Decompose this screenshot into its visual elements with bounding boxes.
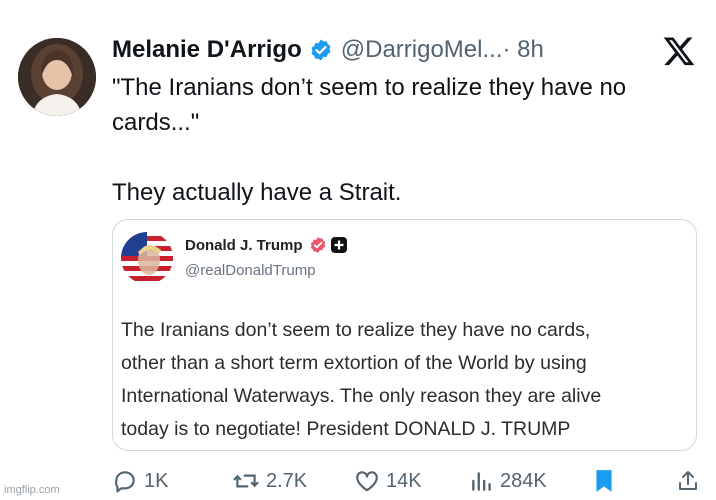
quoted-post-text: The Iranians don’t seem to realize they …	[121, 314, 691, 446]
quoted-author-avatar[interactable]	[121, 232, 173, 284]
tweet-time[interactable]: · 8h	[502, 36, 543, 64]
quoted-post-card[interactable]: Donald J. Trump @realDonaldTrump The Ira…	[112, 219, 697, 451]
tweet-text-line: cards..."	[112, 109, 200, 136]
share-icon	[676, 468, 700, 494]
bookmark-button[interactable]	[593, 468, 615, 494]
reply-count: 1K	[144, 469, 169, 492]
like-count: 14K	[386, 469, 422, 492]
x-logo-icon	[662, 34, 696, 68]
views-icon	[470, 468, 494, 494]
watermark: imgflip.com	[4, 484, 60, 496]
tweet-text-line: "The Iranians don’t seem to realize they…	[112, 74, 627, 101]
author-handle[interactable]: @DarrigoMel...	[341, 36, 503, 64]
reply-button[interactable]: 1K	[112, 468, 168, 494]
quoted-author-row: Donald J. Trump	[185, 236, 347, 254]
like-icon	[354, 468, 380, 494]
quoted-author-handle[interactable]: @realDonaldTrump	[185, 262, 316, 279]
plus-icon	[330, 237, 347, 253]
truth-verified-badge-icon	[309, 236, 327, 254]
repost-icon	[232, 468, 260, 494]
quoted-text-line: other than a short term extortion of the…	[121, 352, 587, 374]
action-bar: 1K 2.7K 14K 284K	[0, 468, 716, 500]
bookmark-icon	[593, 468, 615, 494]
reply-icon	[112, 468, 138, 494]
author-avatar[interactable]	[18, 38, 96, 116]
views-count: 284K	[500, 469, 547, 492]
like-button[interactable]: 14K	[354, 468, 422, 494]
tweet-text: "The Iranians don’t seem to realize they…	[112, 70, 712, 210]
repost-count: 2.7K	[266, 469, 308, 492]
repost-button[interactable]: 2.7K	[232, 468, 307, 494]
tweet-header: Melanie D'Arrigo @DarrigoMel... · 8h	[112, 34, 544, 66]
views-button[interactable]: 284K	[470, 468, 547, 494]
verified-badge-icon	[309, 38, 333, 62]
share-button[interactable]	[676, 468, 700, 494]
quoted-author-name[interactable]: Donald J. Trump	[185, 237, 303, 254]
quoted-text-line: International Waterways. The only reason…	[121, 385, 602, 407]
author-name[interactable]: Melanie D'Arrigo	[112, 36, 302, 64]
tweet-text-line: They actually have a Strait.	[112, 179, 402, 206]
quoted-text-line: today is to negotiate! President DONALD …	[121, 418, 571, 440]
quoted-text-line: The Iranians don’t seem to realize they …	[121, 319, 591, 341]
